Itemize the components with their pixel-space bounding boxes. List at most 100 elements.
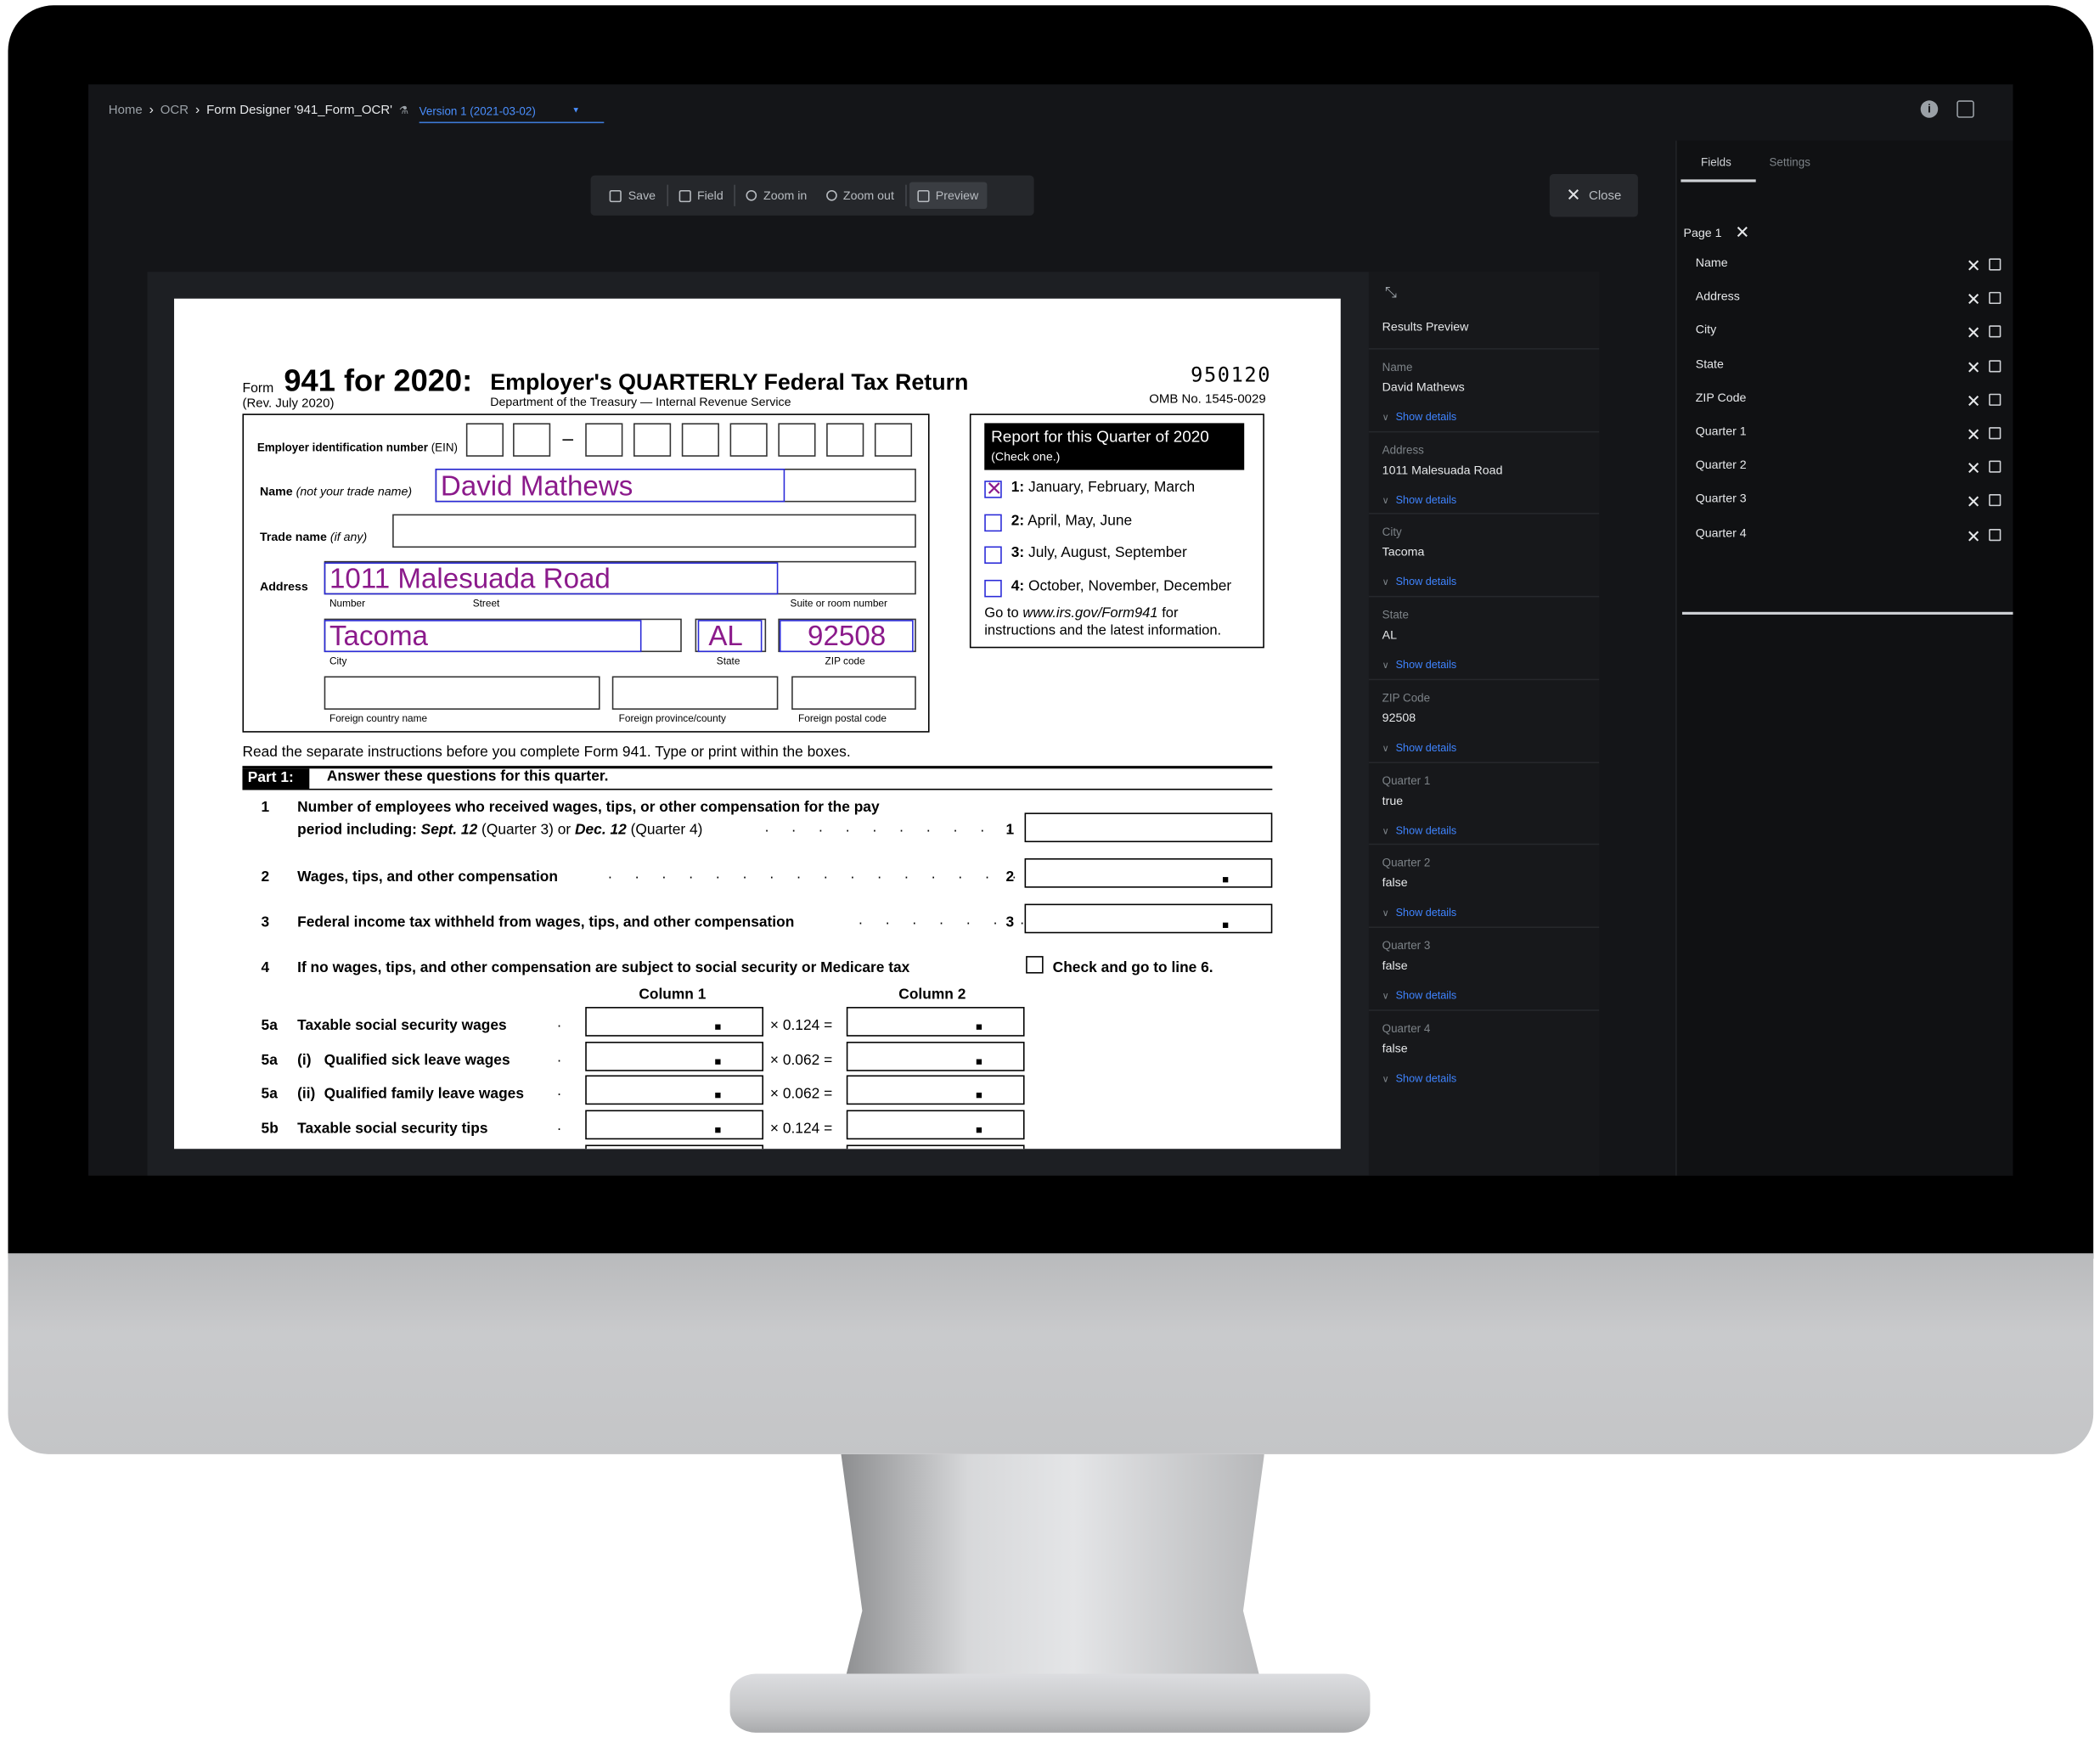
decimal-point — [976, 1059, 982, 1065]
column1-header: Column 1 — [639, 987, 707, 1003]
delete-icon[interactable]: ✕ — [1966, 256, 1980, 277]
delete-icon[interactable]: ✕ — [1966, 323, 1980, 345]
ein-digit-box[interactable] — [778, 423, 816, 457]
result-label: Quarter 4 — [1382, 1020, 1431, 1035]
tab-settings[interactable]: Settings — [1769, 155, 1810, 169]
close-icon: ✕ — [1566, 184, 1581, 205]
ein-digit-box[interactable] — [633, 423, 672, 457]
chevron-down-icon: ∨ — [1382, 909, 1389, 919]
zoom-in-icon — [746, 189, 757, 201]
edit-icon[interactable] — [1989, 528, 2001, 541]
line5-column1-input[interactable] — [585, 1007, 764, 1037]
foreign-postal-field[interactable] — [791, 676, 916, 710]
ein-digit-box[interactable] — [585, 423, 623, 457]
foreign-country-field[interactable] — [324, 676, 600, 710]
info-icon[interactable]: i — [1920, 100, 1939, 118]
ein-digit-box[interactable] — [729, 423, 768, 457]
edit-icon[interactable] — [1989, 393, 2001, 406]
line3-input[interactable] — [1024, 903, 1273, 934]
line4-checkbox[interactable] — [1026, 956, 1044, 974]
field-row[interactable]: Quarter 4 ✕ — [1696, 526, 2012, 559]
line5-column2-input[interactable] — [846, 1007, 1025, 1037]
edit-icon[interactable] — [1989, 359, 2001, 372]
trade-name-field[interactable] — [392, 514, 916, 548]
line5-column1-input[interactable] — [585, 1144, 764, 1150]
delete-icon[interactable]: ✕ — [1966, 290, 1980, 311]
field-row[interactable]: Name ✕ — [1696, 256, 2012, 289]
delete-icon[interactable]: ✕ — [1966, 458, 1980, 480]
edit-icon[interactable] — [1989, 460, 2001, 474]
add-field-button[interactable]: Field — [670, 182, 731, 209]
result-label: Address — [1382, 442, 1424, 457]
delete-icon[interactable]: ✕ — [1966, 357, 1980, 378]
line5-column2-input[interactable] — [846, 1110, 1025, 1140]
save-button[interactable]: Save — [601, 182, 663, 209]
field-name: Quarter 4 — [1695, 526, 1747, 539]
breadcrumb-home[interactable]: Home — [109, 103, 143, 117]
version-select[interactable]: Version 1 (2021-03-02) ▼ — [419, 102, 605, 124]
dot-leader: . . . . . . . . . . — [764, 819, 1021, 836]
delete-icon[interactable]: ✕ — [1966, 492, 1980, 513]
line5-column2-input[interactable] — [846, 1041, 1025, 1071]
field-row[interactable]: ZIP Code ✕ — [1696, 391, 2012, 424]
breadcrumb-ocr[interactable]: OCR — [160, 103, 189, 117]
tab-fields[interactable]: Fields — [1701, 155, 1731, 169]
field-row[interactable]: Address ✕ — [1696, 290, 2012, 323]
edit-icon[interactable] — [1989, 325, 2001, 339]
caret-down-icon: ▼ — [571, 107, 580, 115]
close-icon[interactable]: ✕ — [1735, 222, 1749, 244]
field-row[interactable]: City ✕ — [1696, 323, 2012, 357]
show-details-link[interactable]: ∨ Show details — [1382, 493, 1457, 505]
decimal-point — [1222, 922, 1229, 928]
line2-input[interactable] — [1024, 857, 1273, 888]
preview-button[interactable]: Preview — [909, 182, 987, 210]
add-field-icon — [678, 189, 691, 202]
ein-digit-box[interactable] — [681, 423, 719, 457]
quarter-4-checkbox[interactable] — [984, 579, 1002, 597]
show-details-link[interactable]: ∨ Show details — [1382, 907, 1457, 919]
quarter-2-checkbox[interactable] — [984, 513, 1002, 531]
ein-digit-box[interactable] — [826, 423, 864, 457]
line5-column1-input[interactable] — [585, 1110, 764, 1140]
line5-column1-input[interactable] — [585, 1076, 764, 1105]
edit-icon[interactable] — [1989, 292, 2001, 305]
result-item: ZIP Code 92508 ∨ Show details — [1368, 678, 1600, 762]
quarter-1-checkbox[interactable]: ✕ — [984, 478, 1003, 501]
show-details-link[interactable]: ∨ Show details — [1382, 741, 1457, 753]
line1-input[interactable] — [1024, 812, 1273, 843]
ein-digit-box[interactable] — [465, 423, 504, 457]
exit-icon[interactable] — [1956, 100, 1974, 118]
delete-icon[interactable]: ✕ — [1966, 391, 1980, 412]
show-details-link[interactable]: ∨ Show details — [1382, 576, 1457, 588]
close-button[interactable]: ✕ Close — [1549, 174, 1638, 217]
show-details-link[interactable]: ∨ Show details — [1382, 659, 1457, 671]
quarter-4-label: 4: October, November, December — [1011, 577, 1232, 594]
show-details-link[interactable]: ∨ Show details — [1382, 989, 1457, 1001]
field-row[interactable]: Quarter 2 ✕ — [1696, 458, 2012, 492]
line5-multiplier: × 0.062 = — [769, 1086, 833, 1103]
zoom-in-button[interactable]: Zoom in — [738, 182, 815, 209]
field-row[interactable]: Quarter 3 ✕ — [1696, 492, 2012, 525]
edit-icon[interactable] — [1989, 427, 2001, 440]
zoom-out-button[interactable]: Zoom out — [818, 182, 902, 209]
field-row[interactable]: Quarter 1 ✕ — [1696, 424, 2012, 458]
show-details-link[interactable]: ∨ Show details — [1382, 824, 1457, 836]
chevron-down-icon: ∨ — [1382, 826, 1389, 836]
ein-digit-box[interactable] — [874, 423, 913, 457]
line5-column2-input[interactable] — [846, 1144, 1025, 1150]
show-details-link[interactable]: ∨ Show details — [1382, 1072, 1457, 1084]
quarter-3-checkbox[interactable] — [984, 546, 1002, 565]
delete-icon[interactable]: ✕ — [1966, 424, 1980, 446]
ein-digit-box[interactable] — [513, 423, 551, 457]
collapse-icon[interactable]: ⤡ — [1385, 285, 1397, 303]
edit-icon[interactable] — [1989, 494, 2001, 507]
delete-icon[interactable]: ✕ — [1966, 526, 1980, 547]
chevron-down-icon: ∨ — [1382, 413, 1389, 424]
line5-column1-input[interactable] — [585, 1041, 764, 1071]
chevron-down-icon: ∨ — [1382, 578, 1389, 589]
edit-icon[interactable] — [1989, 258, 2001, 271]
show-details-link[interactable]: ∨ Show details — [1382, 411, 1457, 423]
line5-column2-input[interactable] — [846, 1076, 1025, 1105]
field-row[interactable]: State ✕ — [1696, 357, 2012, 390]
foreign-province-field[interactable] — [611, 676, 779, 710]
